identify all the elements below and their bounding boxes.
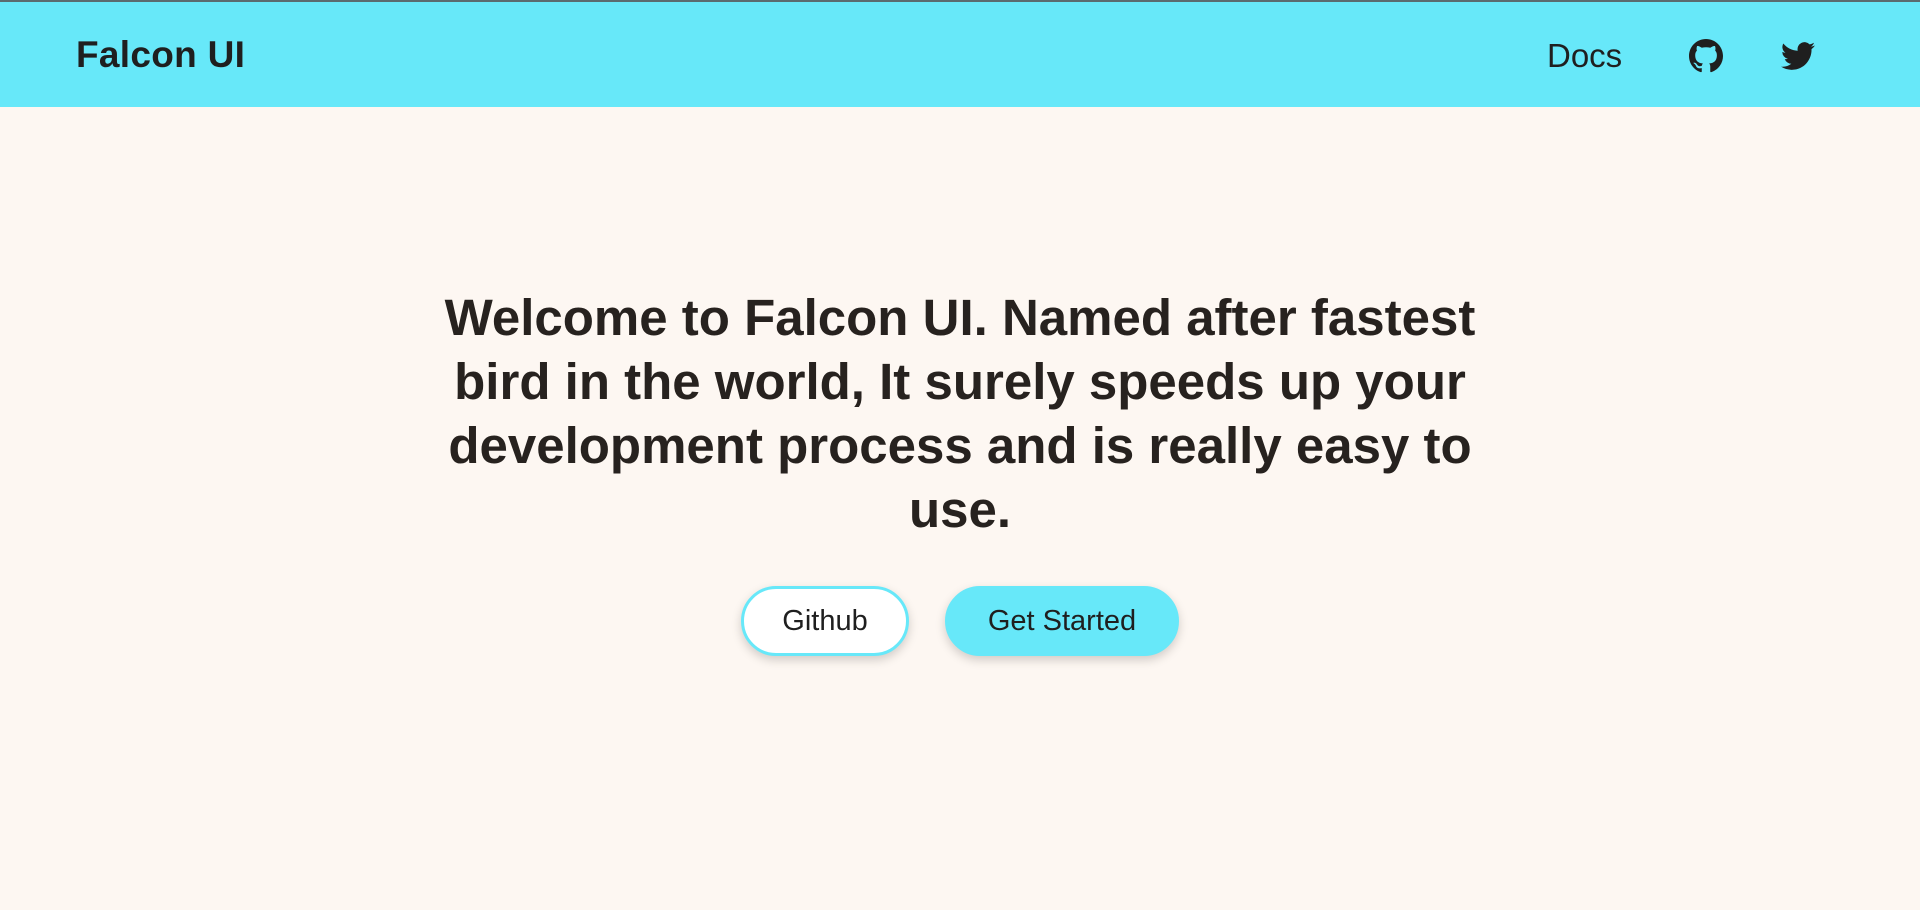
- hero-actions: Github Get Started: [0, 586, 1920, 658]
- brand-logo[interactable]: Falcon UI: [76, 32, 245, 78]
- nav-docs-link[interactable]: Docs: [1547, 35, 1622, 77]
- hero-title: Welcome to Falcon UI. Named after fastes…: [444, 289, 1476, 538]
- navbar: Falcon UI Docs: [0, 0, 1920, 107]
- github-link[interactable]: [1689, 39, 1723, 73]
- hero-section: Welcome to Falcon UI. Named after fastes…: [440, 286, 1480, 542]
- twitter-icon: [1781, 39, 1815, 73]
- github-button[interactable]: Github: [741, 586, 909, 656]
- get-started-button[interactable]: Get Started: [945, 586, 1179, 656]
- github-icon: [1689, 39, 1723, 73]
- twitter-link[interactable]: [1781, 39, 1815, 73]
